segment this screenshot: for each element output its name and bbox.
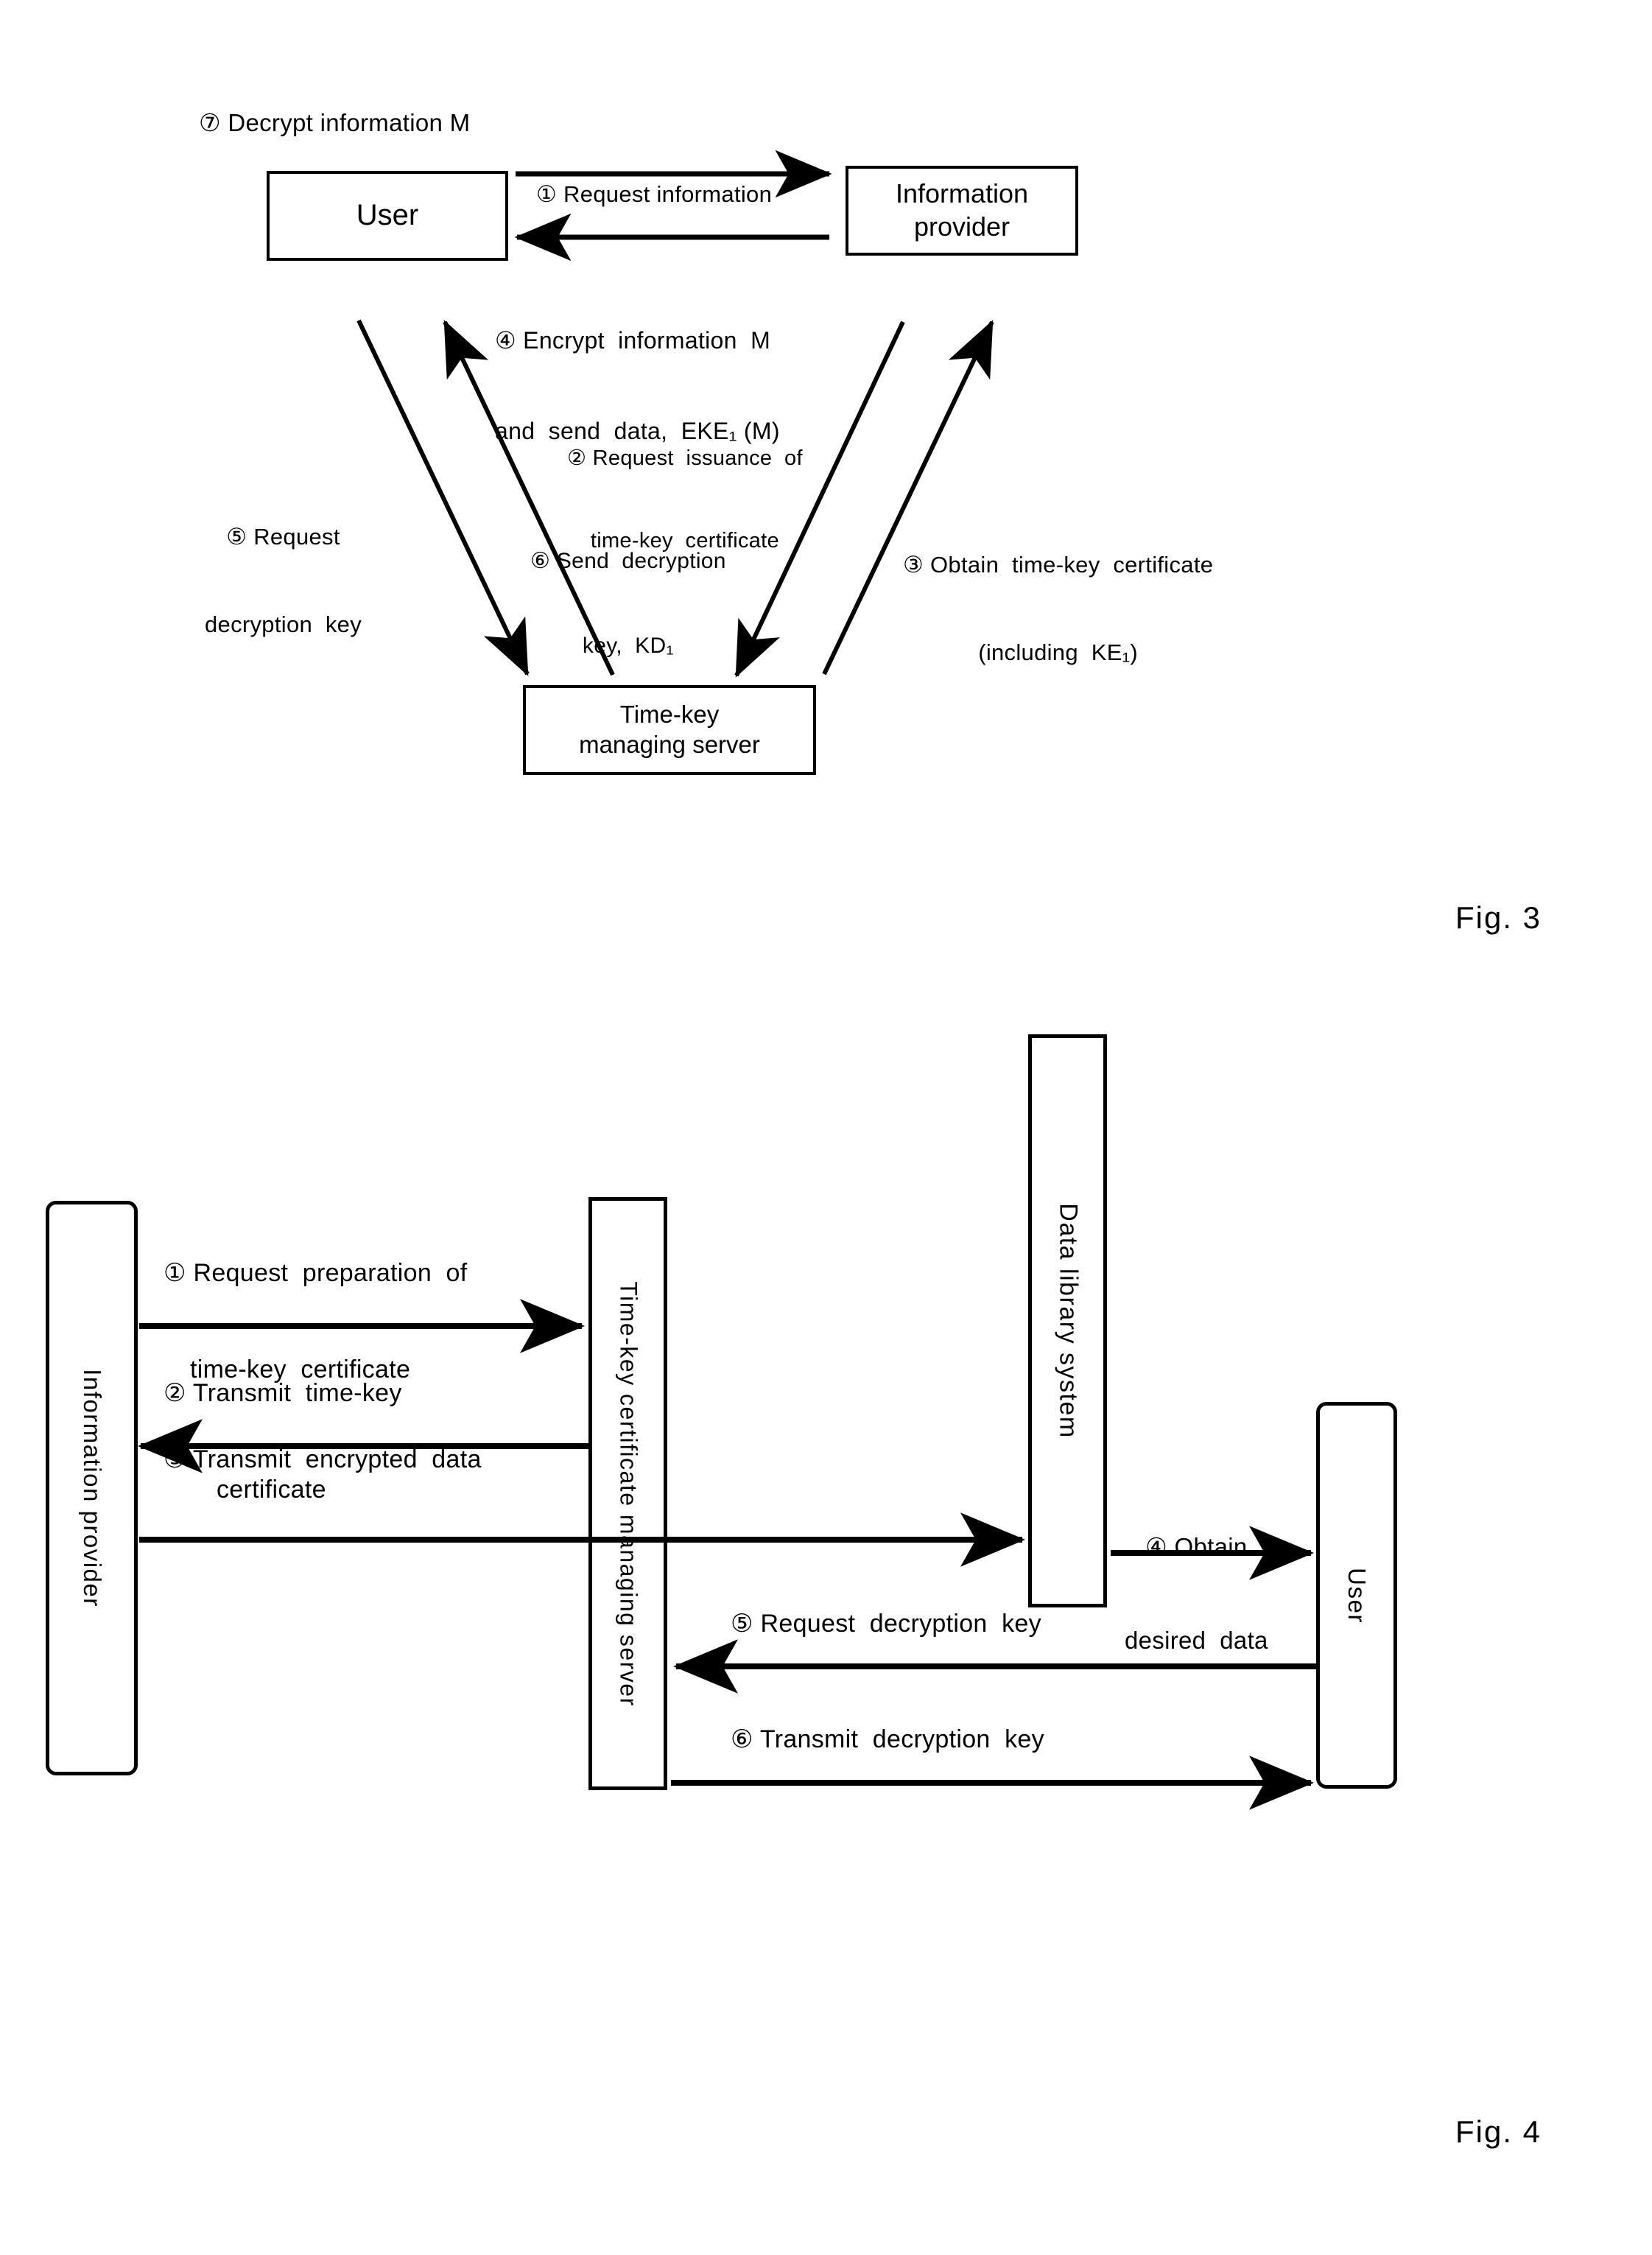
fig4-step4-line1: ④ Obtain bbox=[1145, 1533, 1248, 1561]
fig4-lifeline-timekey-certificate-managing-server: Time-key certificate managing server bbox=[588, 1197, 667, 1790]
fig3-step6-line2: key, KD₁ bbox=[582, 633, 674, 658]
fig4-lifeline-data-library-system: Data library system bbox=[1028, 1034, 1107, 1607]
fig3-node-user: User bbox=[267, 171, 508, 261]
fig3-step3-label: ③ Obtain time-key certificate (including… bbox=[903, 492, 1213, 726]
fig3-step7-label: ⑦ Decrypt information M bbox=[199, 109, 471, 136]
fig4-caption: Fig. 4 bbox=[1455, 2114, 1542, 2149]
fig4-lifeline-information-provider: Information provider bbox=[46, 1201, 138, 1775]
fig4-step2-label: ② Transmit time-key certificate bbox=[164, 1314, 402, 1570]
fig3-step1-label: ① Request information bbox=[536, 181, 773, 207]
fig3-step5-line1: ⑤ Request bbox=[226, 524, 340, 550]
fig4-lifeline-data-library-system-label: Data library system bbox=[1054, 1203, 1082, 1439]
fig4-lifeline-timekey-certificate-managing-server-label: Time-key certificate managing server bbox=[615, 1280, 642, 1707]
fig3-step5-line2: decryption key bbox=[205, 611, 362, 638]
fig4-step4-label: ④ Obtain desired data bbox=[1125, 1470, 1268, 1719]
fig4-step5-label: ⑤ Request decryption key bbox=[731, 1610, 1041, 1638]
fig3-step5-label: ⑤ Request decryption key bbox=[205, 464, 362, 698]
fig4-step4-line2: desired data bbox=[1125, 1627, 1268, 1655]
fig3-step3-line2: (including KE₁) bbox=[978, 639, 1139, 666]
fig3-caption: Fig. 3 bbox=[1455, 900, 1542, 935]
fig4-step6-label: ⑥ Transmit decryption key bbox=[731, 1725, 1044, 1753]
fig3-step6-label: ⑥ Send decryption key, KD₁ bbox=[530, 491, 726, 717]
arrow-overlay bbox=[138, 150, 1318, 1810]
fig4-step2-line2: certificate bbox=[217, 1475, 326, 1504]
fig4-lifeline-user-label: User bbox=[1343, 1567, 1371, 1624]
fig4-lifeline-user: User bbox=[1316, 1402, 1397, 1789]
fig3-node-information-provider: Information provider bbox=[846, 166, 1078, 256]
fig3-node-information-provider-label: Information provider bbox=[895, 178, 1029, 242]
fig3-step4-line1: ④ Encrypt information M bbox=[495, 326, 771, 354]
fig4-step2-line1: ② Transmit time-key bbox=[164, 1379, 402, 1408]
figure-sheet: ⑦ Decrypt information M User Information… bbox=[0, 0, 1652, 2255]
fig3-step6-line1: ⑥ Send decryption bbox=[530, 548, 726, 573]
fig4-step1-line1: ① Request preparation of bbox=[164, 1259, 468, 1288]
fig4-lifeline-information-provider-label: Information provider bbox=[78, 1369, 106, 1607]
fig4-step3-label: ③ Transmit encrypted data bbox=[164, 1445, 482, 1473]
fig3-step3-line1: ③ Obtain time-key certificate bbox=[903, 552, 1214, 578]
fig3-step2-line1: ② Request issuance of bbox=[567, 446, 803, 471]
fig3-node-user-label: User bbox=[356, 199, 419, 232]
